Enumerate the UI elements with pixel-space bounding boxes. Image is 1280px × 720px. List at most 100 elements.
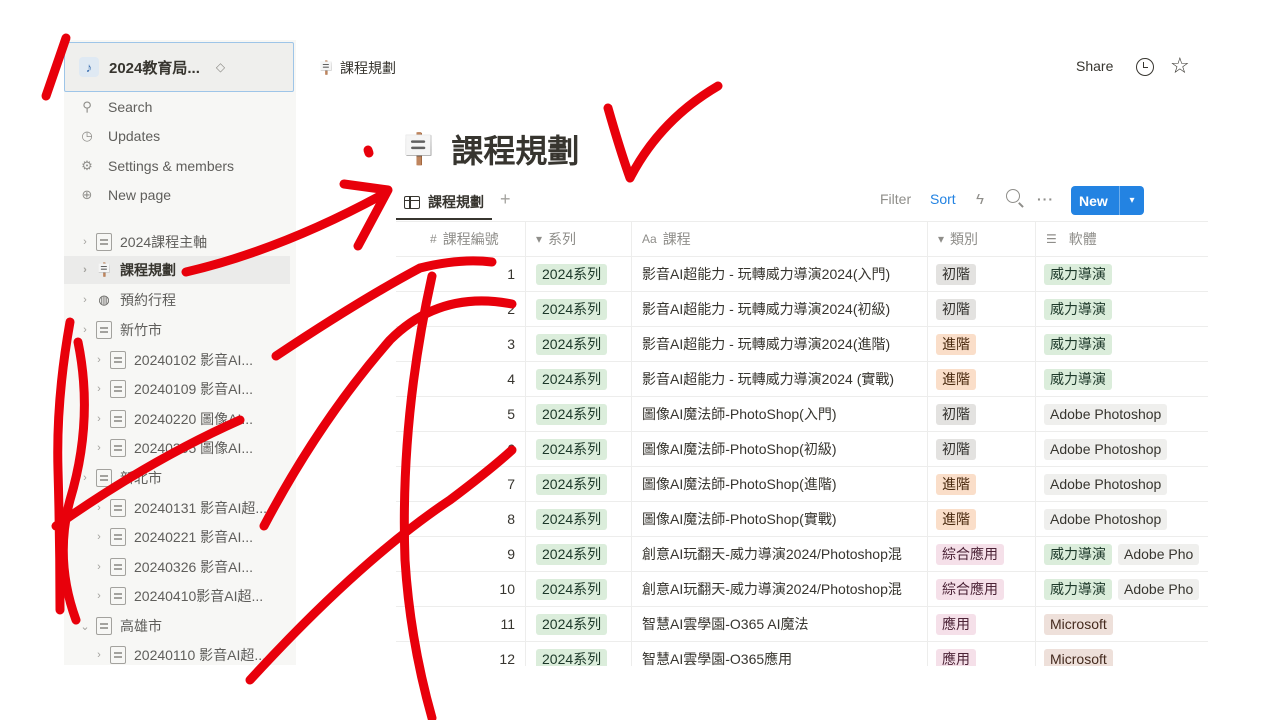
table-row[interactable]: 4 2024系列 影音AI超能力 - 玩轉威力導演2024 (實戰) 進階 威力導演 (396, 362, 1208, 397)
cell-series[interactable]: 2024系列 (526, 572, 632, 606)
chevron-down-icon[interactable]: ⌄ (78, 620, 92, 633)
header-software[interactable]: ☰ 軟體 (1036, 222, 1208, 256)
table-row[interactable]: 7 2024系列 圖像AI魔法師-PhotoShop(進階) 進階 Adobe Phot… (396, 467, 1208, 502)
chevron-right-icon[interactable]: › (92, 561, 106, 573)
cell-series[interactable]: 2024系列 (526, 607, 632, 641)
sidebar-search[interactable]: ⚲ Search (78, 96, 152, 118)
cell-category[interactable]: 進階 (928, 502, 1036, 536)
cell-series[interactable]: 2024系列 (526, 467, 632, 501)
chevron-right-icon[interactable]: › (92, 383, 106, 395)
workspace-switcher[interactable]: ♪ 2024教育局... ◇ (64, 42, 294, 92)
chevron-right-icon[interactable]: › (92, 354, 106, 366)
cell-course[interactable]: 影音AI超能力 - 玩轉威力導演2024(進階) (632, 327, 928, 361)
cell-software[interactable]: Microsoft (1036, 607, 1208, 641)
sidebar-settings[interactable]: ⚙ Settings & members (78, 155, 234, 177)
table-row[interactable]: 11 2024系列 智慧AI雲學園-O365 AI魔法 應用 Microsoft (396, 607, 1208, 642)
chevron-right-icon[interactable]: › (78, 472, 92, 484)
sidebar-tree-item[interactable]: › 20240110 影音AI超... (64, 641, 290, 669)
cell-course[interactable]: 創意AI玩翻天-威力導演2024/Photoshop混 (632, 572, 928, 606)
cell-course-number[interactable]: 3 (396, 327, 526, 361)
sidebar-updates[interactable]: ◷ Updates (78, 125, 160, 147)
sidebar-tree-item[interactable]: › 🪧 課程規劃 (64, 256, 290, 284)
sort-button[interactable]: Sort (930, 191, 956, 207)
cell-course-number[interactable]: 12 (396, 642, 526, 666)
new-button[interactable]: New ▾ (1071, 186, 1144, 215)
cell-series[interactable]: 2024系列 (526, 642, 632, 666)
sidebar-tree-item[interactable]: › 20240326 影音AI... (64, 553, 290, 581)
cell-category[interactable]: 綜合應用 (928, 572, 1036, 606)
share-button[interactable]: Share (1076, 58, 1113, 74)
cell-software[interactable]: 威力導演 Adobe Pho (1036, 537, 1208, 571)
sidebar-tree-item[interactable]: › 2024課程主軸 (64, 228, 290, 256)
table-row[interactable]: 1 2024系列 影音AI超能力 - 玩轉威力導演2024(入門) 初階 威力導演 (396, 257, 1208, 292)
cell-course-number[interactable]: 5 (396, 397, 526, 431)
sidebar-tree-item[interactable]: ⌄ 高雄市 (64, 612, 290, 640)
header-course[interactable]: Aa 課程 (632, 222, 928, 256)
cell-course[interactable]: 智慧AI雲學園-O365 AI魔法 (632, 607, 928, 641)
history-icon[interactable] (1136, 58, 1154, 76)
chevron-right-icon[interactable]: › (92, 413, 106, 425)
table-row[interactable]: 5 2024系列 圖像AI魔法師-PhotoShop(入門) 初階 Adobe Phot… (396, 397, 1208, 432)
table-row[interactable]: 9 2024系列 創意AI玩翻天-威力導演2024/Photoshop混 綜合應用 威力… (396, 537, 1208, 572)
cell-category[interactable]: 應用 (928, 642, 1036, 666)
cell-series[interactable]: 2024系列 (526, 432, 632, 466)
cell-course[interactable]: 影音AI超能力 - 玩轉威力導演2024(初級) (632, 292, 928, 326)
add-view-icon[interactable]: + (500, 189, 511, 210)
sidebar-tree-item[interactable]: › 20240220 圖像AI... (64, 405, 290, 433)
cell-course-number[interactable]: 2 (396, 292, 526, 326)
more-icon[interactable]: ··· (1037, 191, 1054, 207)
cell-series[interactable]: 2024系列 (526, 292, 632, 326)
cell-software[interactable]: 威力導演 (1036, 257, 1208, 291)
cell-course-number[interactable]: 9 (396, 537, 526, 571)
cell-series[interactable]: 2024系列 (526, 502, 632, 536)
automation-icon[interactable]: ϟ (976, 191, 984, 208)
cell-software[interactable]: 威力導演 (1036, 327, 1208, 361)
cell-category[interactable]: 進階 (928, 467, 1036, 501)
chevron-right-icon[interactable]: › (78, 264, 92, 276)
sign-icon[interactable]: 🪧 (400, 132, 437, 167)
header-series[interactable]: ▾ 系列 (526, 222, 632, 256)
chevron-right-icon[interactable]: › (92, 442, 106, 454)
cell-software[interactable]: 威力導演 (1036, 292, 1208, 326)
chevron-right-icon[interactable]: › (78, 294, 92, 306)
cell-category[interactable]: 初階 (928, 292, 1036, 326)
cell-course[interactable]: 圖像AI魔法師-PhotoShop(進階) (632, 467, 928, 501)
star-icon[interactable]: ☆ (1170, 53, 1190, 79)
table-row[interactable]: 2 2024系列 影音AI超能力 - 玩轉威力導演2024(初級) 初階 威力導演 (396, 292, 1208, 327)
cell-course[interactable]: 影音AI超能力 - 玩轉威力導演2024 (實戰) (632, 362, 928, 396)
header-course-number[interactable]: # 課程編號 (396, 222, 526, 256)
cell-course-number[interactable]: 11 (396, 607, 526, 641)
cell-course-number[interactable]: 8 (396, 502, 526, 536)
cell-category[interactable]: 應用 (928, 607, 1036, 641)
cell-series[interactable]: 2024系列 (526, 537, 632, 571)
cell-category[interactable]: 綜合應用 (928, 537, 1036, 571)
table-row[interactable]: 12 2024系列 智慧AI雲學園-O365應用 應用 Microsoft (396, 642, 1208, 666)
cell-series[interactable]: 2024系列 (526, 362, 632, 396)
sidebar-tree-item[interactable]: › 20240221 影音AI... (64, 523, 290, 551)
chevron-right-icon[interactable]: › (92, 531, 106, 543)
cell-category[interactable]: 進階 (928, 362, 1036, 396)
cell-category[interactable]: 初階 (928, 257, 1036, 291)
cell-course[interactable]: 創意AI玩翻天-威力導演2024/Photoshop混 (632, 537, 928, 571)
sidebar-new-page[interactable]: ⊕ New page (78, 184, 172, 206)
chevron-right-icon[interactable]: › (92, 502, 106, 514)
sidebar-tree-item[interactable]: › 20240109 影音AI... (64, 375, 290, 403)
cell-course[interactable]: 圖像AI魔法師-PhotoShop(實戰) (632, 502, 928, 536)
sidebar-tree-item[interactable]: › 20240102 影音AI... (64, 346, 290, 374)
cell-course-number[interactable]: 7 (396, 467, 526, 501)
cell-course[interactable]: 影音AI超能力 - 玩轉威力導演2024(入門) (632, 257, 928, 291)
page-title[interactable]: 課程規劃 (451, 126, 579, 172)
sidebar-tree-item[interactable]: › 20240410影音AI超... (64, 582, 290, 610)
cell-course[interactable]: 智慧AI雲學園-O365應用 (632, 642, 928, 666)
table-row[interactable]: 6 2024系列 圖像AI魔法師-PhotoShop(初級) 初階 Adobe Phot… (396, 432, 1208, 467)
cell-course[interactable]: 圖像AI魔法師-PhotoShop(初級) (632, 432, 928, 466)
search-icon[interactable] (1006, 189, 1020, 203)
cell-category[interactable]: 初階 (928, 397, 1036, 431)
cell-course[interactable]: 圖像AI魔法師-PhotoShop(入門) (632, 397, 928, 431)
cell-software[interactable]: 威力導演 (1036, 362, 1208, 396)
cell-course-number[interactable]: 10 (396, 572, 526, 606)
chevron-right-icon[interactable]: › (78, 324, 92, 336)
filter-button[interactable]: Filter (880, 191, 911, 207)
table-row[interactable]: 8 2024系列 圖像AI魔法師-PhotoShop(實戰) 進階 Adobe Phot… (396, 502, 1208, 537)
cell-series[interactable]: 2024系列 (526, 397, 632, 431)
